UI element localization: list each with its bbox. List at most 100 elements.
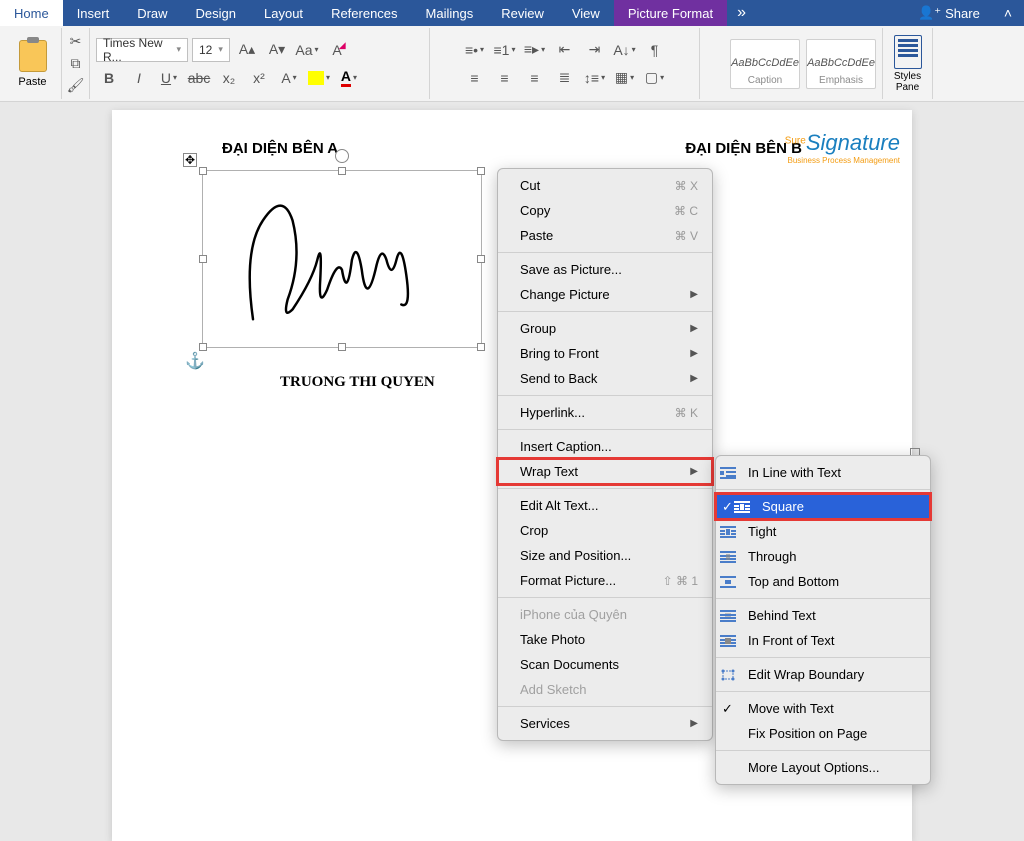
paste-group: Paste <box>4 28 62 99</box>
font-size-combo[interactable]: 12▾ <box>192 38 230 62</box>
wrap-fix-position[interactable]: Fix Position on Page <box>716 721 930 746</box>
tab-home[interactable]: Home <box>0 0 63 26</box>
anchor-icon[interactable]: ⚓ <box>185 351 205 371</box>
indent-right-icon[interactable]: ⇥ <box>582 38 608 62</box>
wrap-more-options[interactable]: More Layout Options... <box>716 755 930 780</box>
bold-button[interactable]: B <box>96 66 122 90</box>
wrap-through-icon <box>720 551 736 563</box>
text-effects-icon[interactable]: A <box>276 66 302 90</box>
shading-icon[interactable]: ▦ <box>612 66 638 90</box>
wrap-topbottom-icon <box>720 576 736 588</box>
table-move-handle-icon[interactable]: ✥ <box>183 153 197 167</box>
ctx-insert-caption[interactable]: Insert Caption... <box>498 434 712 459</box>
ctx-copy[interactable]: Copy⌘ C <box>498 198 712 223</box>
ribbon-overflow-icon[interactable]: » <box>727 0 756 26</box>
tab-references[interactable]: References <box>317 0 411 26</box>
ctx-services[interactable]: Services▶ <box>498 711 712 736</box>
wrap-in-front[interactable]: In Front of Text <box>716 628 930 653</box>
cut-icon[interactable]: ✂ <box>67 32 85 50</box>
subscript-button[interactable]: x₂ <box>216 66 242 90</box>
ctx-bring-front[interactable]: Bring to Front▶ <box>498 341 712 366</box>
tab-view[interactable]: View <box>558 0 614 26</box>
line-spacing-icon[interactable]: ↕≡ <box>582 66 608 90</box>
tab-draw[interactable]: Draw <box>123 0 181 26</box>
resize-handle[interactable] <box>338 167 346 175</box>
multilevel-icon[interactable]: ≡▸ <box>522 38 548 62</box>
tab-picture-format[interactable]: Picture Format <box>614 0 727 26</box>
bullets-icon[interactable]: ≡• <box>462 38 488 62</box>
ctx-format-picture[interactable]: Format Picture...⇧ ⌘ 1 <box>498 568 712 593</box>
wrap-square[interactable]: ✓ Square <box>716 494 930 519</box>
ribbon-tabs: Home Insert Draw Design Layout Reference… <box>0 0 1024 26</box>
highlight-icon[interactable] <box>306 66 332 90</box>
ctx-save-picture[interactable]: Save as Picture... <box>498 257 712 282</box>
show-marks-icon[interactable]: ¶ <box>642 38 668 62</box>
ctx-change-picture[interactable]: Change Picture▶ <box>498 282 712 307</box>
tab-insert[interactable]: Insert <box>63 0 124 26</box>
italic-button[interactable]: I <box>126 66 152 90</box>
paste-icon[interactable] <box>19 40 47 72</box>
wrap-inline[interactable]: In Line with Text <box>716 460 930 485</box>
ctx-send-back[interactable]: Send to Back▶ <box>498 366 712 391</box>
ctx-iphone: iPhone của Quyên <box>498 602 712 627</box>
format-painter-icon[interactable]: 🖌 <box>67 77 85 95</box>
ctx-wrap-text[interactable]: Wrap Text▶ <box>498 459 712 484</box>
check-icon: ✓ <box>722 499 733 515</box>
tab-review[interactable]: Review <box>487 0 558 26</box>
style-caption[interactable]: AaBbCcDdEe Caption <box>730 39 800 89</box>
wrap-tight[interactable]: Tight <box>716 519 930 544</box>
ctx-take-photo[interactable]: Take Photo <box>498 627 712 652</box>
ctx-hyperlink[interactable]: Hyperlink...⌘ K <box>498 400 712 425</box>
copy-icon[interactable]: ⧉ <box>67 54 85 72</box>
grow-font-icon[interactable]: A▴ <box>234 38 260 62</box>
resize-handle[interactable] <box>477 167 485 175</box>
align-right-icon[interactable]: ≡ <box>522 66 548 90</box>
numbering-icon[interactable]: ≡1 <box>492 38 518 62</box>
shrink-font-icon[interactable]: A▾ <box>264 38 290 62</box>
resize-handle[interactable] <box>477 255 485 263</box>
style-emphasis[interactable]: AaBbCcDdEe Emphasis <box>806 39 876 89</box>
justify-icon[interactable]: ≣ <box>552 66 578 90</box>
align-left-icon[interactable]: ≡ <box>462 66 488 90</box>
selected-image[interactable]: ✥ ⚓ <box>202 170 482 348</box>
signer-name: TRUONG THI QUYEN <box>280 374 435 391</box>
share-button[interactable]: 👤⁺ Share <box>906 1 992 25</box>
superscript-button[interactable]: x² <box>246 66 272 90</box>
underline-button[interactable]: U <box>156 66 182 90</box>
wrap-through[interactable]: Through <box>716 544 930 569</box>
resize-handle[interactable] <box>199 167 207 175</box>
ctx-scan-docs[interactable]: Scan Documents <box>498 652 712 677</box>
tab-design[interactable]: Design <box>182 0 250 26</box>
wrap-edit-boundary[interactable]: Edit Wrap Boundary <box>716 662 930 687</box>
font-color-icon[interactable]: A <box>336 66 362 90</box>
ctx-edit-alt[interactable]: Edit Alt Text... <box>498 493 712 518</box>
rotate-handle-icon[interactable] <box>335 149 349 163</box>
wrap-behind[interactable]: Behind Text <box>716 603 930 628</box>
change-case-icon[interactable]: Aa <box>294 38 320 62</box>
wrap-editboundary-icon <box>720 669 736 681</box>
wrap-infront-icon <box>720 635 736 647</box>
indent-left-icon[interactable]: ⇤ <box>552 38 578 62</box>
font-name-combo[interactable]: Times New R...▾ <box>96 38 188 62</box>
ctx-cut[interactable]: Cut⌘ X <box>498 173 712 198</box>
strike-button[interactable]: abc <box>186 66 212 90</box>
resize-handle[interactable] <box>199 343 207 351</box>
styles-pane-group[interactable]: Styles Pane <box>883 28 933 99</box>
ctx-crop[interactable]: Crop <box>498 518 712 543</box>
resize-handle[interactable] <box>477 343 485 351</box>
borders-icon[interactable]: ▢ <box>642 66 668 90</box>
clipboard-mini: ✂ ⧉ 🖌 <box>62 28 90 99</box>
ctx-size-position[interactable]: Size and Position... <box>498 543 712 568</box>
sort-icon[interactable]: A↓ <box>612 38 638 62</box>
resize-handle[interactable] <box>199 255 207 263</box>
wrap-move-with-text[interactable]: ✓ Move with Text <box>716 696 930 721</box>
tab-layout[interactable]: Layout <box>250 0 317 26</box>
tab-mailings[interactable]: Mailings <box>412 0 488 26</box>
ribbon-collapse-icon[interactable]: ˄ <box>992 1 1024 25</box>
ctx-group[interactable]: Group▶ <box>498 316 712 341</box>
align-center-icon[interactable]: ≡ <box>492 66 518 90</box>
ctx-paste[interactable]: Paste⌘ V <box>498 223 712 248</box>
clear-format-icon[interactable]: A◢ <box>324 38 350 62</box>
wrap-top-bottom[interactable]: Top and Bottom <box>716 569 930 594</box>
resize-handle[interactable] <box>338 343 346 351</box>
